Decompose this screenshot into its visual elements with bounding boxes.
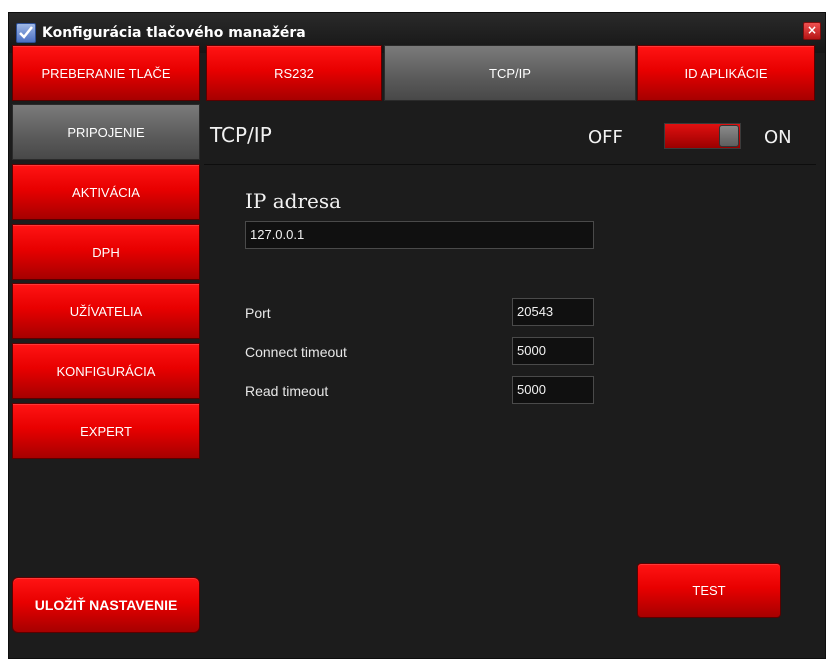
port-field[interactable]: 20543 — [512, 298, 594, 326]
sidebar-item-label: DPH — [92, 244, 120, 260]
sidebar-item-label: PREBERANIE TLAČE — [41, 65, 171, 81]
toggle-on-label: ON — [764, 127, 792, 148]
tab-label: ID APLIKÁCIE — [684, 65, 768, 81]
sidebar-item-label: AKTIVÁCIA — [72, 184, 140, 200]
tab-tcpip[interactable]: TCP/IP — [384, 45, 636, 101]
sidebar-item-label: UŽÍVATELIA — [69, 303, 143, 319]
sidebar-item-konfiguracia[interactable]: KONFIGURÁCIA — [12, 343, 200, 399]
test-button[interactable]: TEST — [637, 563, 781, 618]
tab-id-aplikacie[interactable]: ID APLIKÁCIE — [637, 45, 815, 101]
sidebar-item-pripojenie[interactable]: PRIPOJENIE — [12, 104, 200, 160]
sidebar-item-preberanie-tlace[interactable]: PREBERANIE TLAČE — [12, 45, 200, 101]
read-timeout-field[interactable]: 5000 — [512, 376, 594, 404]
port-label: Port — [245, 305, 271, 321]
window-title: Konfigurácia tlačového manažéra — [42, 25, 306, 41]
sidebar-item-label: KONFIGURÁCIA — [56, 363, 156, 379]
save-settings-button[interactable]: ULOŽIŤ NASTAVENIE — [12, 577, 200, 633]
section-title: TCP/IP — [210, 123, 272, 147]
section-divider — [204, 164, 816, 165]
tab-label: RS232 — [274, 65, 314, 81]
test-button-label: TEST — [692, 583, 726, 598]
tab-rs232[interactable]: RS232 — [206, 45, 382, 101]
sidebar-item-label: EXPERT — [80, 423, 132, 439]
app-check-icon — [16, 23, 36, 43]
sidebar-item-label: PRIPOJENIE — [67, 124, 145, 140]
tcpip-toggle[interactable] — [664, 123, 741, 149]
toggle-off-label: OFF — [588, 127, 623, 148]
toggle-knob[interactable] — [719, 125, 739, 147]
sidebar-item-uzivatelia[interactable]: UŽÍVATELIA — [12, 283, 200, 339]
ip-address-field[interactable]: 127.0.0.1 — [245, 221, 594, 249]
sidebar-item-aktivacia[interactable]: AKTIVÁCIA — [12, 164, 200, 220]
connect-timeout-label: Connect timeout — [245, 344, 347, 360]
read-timeout-label: Read timeout — [245, 383, 329, 399]
sidebar-item-dph[interactable]: DPH — [12, 224, 200, 280]
ip-address-label: IP adresa — [245, 189, 342, 213]
sidebar-item-expert[interactable]: EXPERT — [12, 403, 200, 459]
connect-timeout-field[interactable]: 5000 — [512, 337, 594, 365]
tab-label: TCP/IP — [489, 65, 531, 81]
close-icon[interactable]: × — [803, 22, 821, 40]
save-settings-label: ULOŽIŤ NASTAVENIE — [34, 597, 178, 613]
